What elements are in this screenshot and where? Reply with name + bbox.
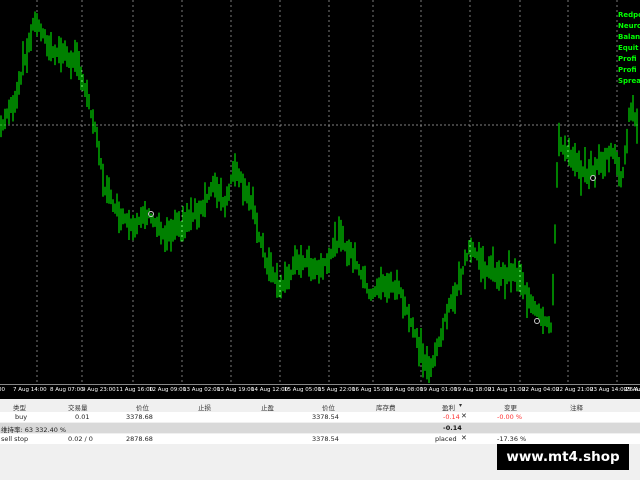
col-comment[interactable]: 注释 [570, 402, 583, 412]
time-label: 19 Aug 18:00 [454, 387, 492, 393]
trade-markers [148, 175, 596, 324]
time-label: 19 Aug 01:00 [420, 387, 458, 393]
pending-cur-price: 3378.54 [312, 435, 339, 443]
time-label: 12 Aug 09:00 [149, 387, 187, 393]
trade-marker-icon [534, 318, 540, 324]
time-label: 13 Aug 02:00 [183, 387, 221, 393]
dropdown-arrow-icon[interactable]: ▾ [459, 402, 462, 409]
info-line: Profi [618, 55, 637, 63]
watermark-logo: www.mt4.shop [497, 444, 629, 470]
info-line: Redpo [618, 11, 640, 19]
pending-status: placed [435, 435, 457, 443]
col-sl[interactable]: 止损 [198, 402, 211, 412]
col-profit[interactable]: 盈利 [442, 402, 455, 412]
time-label: 26 Aug 00: [626, 387, 640, 393]
time-label: 00 [0, 387, 5, 393]
time-label: 9 Aug 23:00 [82, 387, 116, 393]
time-label: 11 Aug 16:00 [116, 387, 154, 393]
time-label: 14 Aug 12:00 [251, 387, 289, 393]
col-price[interactable]: 价位 [136, 402, 149, 412]
balance-profit: -0.14 [443, 424, 462, 432]
time-axis: 00 7 Aug 14:008 Aug 07:009 Aug 23:0011 Au… [0, 384, 640, 399]
pending-change: -17.36 % [497, 435, 527, 443]
time-label: 22 Aug 21:00 [556, 387, 594, 393]
time-label: 13 Aug 19:00 [217, 387, 255, 393]
col-type[interactable]: 类型 [13, 402, 26, 412]
time-label: 18 Aug 08:00 [386, 387, 424, 393]
time-label: 22 Aug 04:00 [522, 387, 560, 393]
time-label: 15 Aug 22:00 [318, 387, 356, 393]
table-row-pending[interactable]: sell stop 0.02 / 0 2878.68 3378.54 place… [0, 434, 640, 444]
price-chart[interactable]: Redpo Neuro Balan Equit Profi Profi Sprea [0, 0, 640, 384]
chart-canvas[interactable] [0, 0, 640, 384]
pending-type: sell stop [1, 435, 29, 443]
info-line: Sprea [618, 77, 640, 85]
info-line: Equit [618, 44, 639, 52]
info-line: Profi [618, 66, 637, 74]
time-label: 15 Aug 05:00 [284, 387, 322, 393]
info-line: Neuro [618, 22, 640, 30]
time-label: 21 Aug 11:00 [488, 387, 526, 393]
balance-text: 维持率: 63 332.40 % [1, 426, 67, 434]
pending-price: 2878.68 [126, 435, 153, 443]
order-change: -0.00 % [497, 413, 523, 421]
col-volume[interactable]: 交易量 [68, 402, 88, 412]
close-icon[interactable]: ✕ [461, 412, 467, 420]
col-change[interactable]: 变更 [504, 402, 517, 412]
order-volume: 0.01 [75, 413, 90, 421]
col-swap[interactable]: 库存费 [376, 402, 396, 412]
order-type: buy [15, 413, 28, 421]
col-cur-price[interactable]: 价位 [322, 402, 335, 412]
pending-volume: 0.02 / 0 [68, 435, 93, 443]
table-row-balance: 维持率: 63 332.40 % -0.14 [0, 423, 640, 434]
order-price: 3378.68 [126, 413, 153, 421]
time-label: 8 Aug 07:00 [50, 387, 84, 393]
chart-grid [0, 0, 640, 384]
close-icon[interactable]: ✕ [461, 434, 467, 442]
order-profit: -0.14 [443, 413, 460, 421]
order-cur-price: 3378.54 [312, 413, 339, 421]
time-label: 7 Aug 14:00 [13, 387, 47, 393]
table-row-order[interactable]: buy 0.01 3378.68 3378.54 -0.14 ✕ -0.00 % [0, 412, 640, 422]
info-panel: Redpo Neuro Balan Equit Profi Profi Sprea [618, 10, 640, 87]
time-label: 16 Aug 15:00 [352, 387, 390, 393]
col-tp[interactable]: 止盈 [261, 402, 274, 412]
time-label: 23 Aug 14:00 [590, 387, 628, 393]
candles [0, 11, 638, 383]
info-line: Balan [618, 33, 640, 41]
terminal-header-row: 类型 交易量 价位 止损 止盈 价位 库存费 盈利 ▾ 变更 注释 [0, 401, 640, 412]
